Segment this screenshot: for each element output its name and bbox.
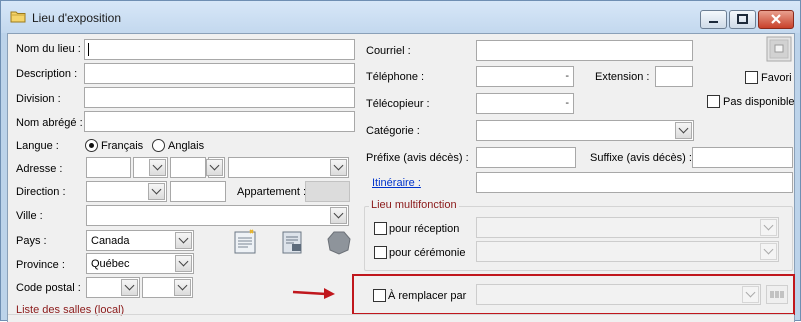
chevron-down-icon[interactable]	[174, 279, 191, 296]
courriel-input[interactable]	[476, 40, 693, 61]
adresse-type-combo[interactable]	[206, 157, 225, 178]
maximize-button[interactable]	[729, 10, 756, 29]
chevron-down-icon[interactable]	[330, 159, 347, 176]
ville-combo[interactable]	[86, 205, 349, 226]
favori-label: Favori	[761, 72, 792, 84]
code-postal-part1-combo[interactable]	[86, 277, 140, 298]
lieu-multifonction-title: Lieu multifonction	[369, 199, 459, 211]
chevron-down-icon[interactable]	[330, 207, 347, 224]
a-remplacer-label: À remplacer par	[388, 290, 467, 302]
favori-checkbox[interactable]	[745, 71, 758, 84]
text-cursor	[88, 43, 89, 56]
a-remplacer-checkbox[interactable]	[373, 289, 386, 302]
chevron-down-icon[interactable]	[175, 232, 192, 249]
title-bar: Lieu d'exposition	[1, 1, 800, 33]
description-input[interactable]	[84, 63, 355, 84]
pas-disponible-checkbox[interactable]	[707, 95, 720, 108]
pays-label: Pays :	[16, 235, 47, 247]
chevron-down-icon[interactable]	[206, 159, 223, 176]
window-title: Lieu d'exposition	[32, 11, 122, 25]
salles-grid-header-line	[8, 314, 794, 315]
direction-label: Direction :	[16, 186, 66, 198]
province-combo[interactable]: Québec	[86, 253, 194, 274]
nom-abrege-label: Nom abrégé :	[16, 117, 83, 129]
pour-ceremonie-label: pour cérémonie	[389, 247, 466, 259]
langue-anglais-label: Anglais	[168, 140, 205, 152]
appartement-label: Appartement :	[237, 186, 307, 198]
categorie-combo[interactable]	[476, 120, 694, 141]
print-preview-icon[interactable]	[280, 229, 306, 255]
langue-francais-label: Français	[101, 140, 144, 152]
stamp-icon[interactable]	[326, 229, 352, 255]
telephone-label: Téléphone :	[366, 71, 425, 83]
langue-francais-radio[interactable]	[85, 139, 98, 152]
extension-input[interactable]	[655, 66, 693, 87]
a-remplacer-combo[interactable]	[476, 284, 761, 305]
prefixe-input[interactable]	[476, 147, 576, 168]
maximize-icon	[737, 14, 748, 24]
adresse-nom-rue-combo[interactable]	[228, 157, 349, 178]
close-icon	[771, 14, 781, 24]
pays-combo[interactable]: Canada	[86, 230, 194, 251]
chevron-down-icon[interactable]	[121, 279, 138, 296]
nom-abrege-input[interactable]	[84, 111, 355, 132]
itineraire-link[interactable]: Itinéraire :	[372, 177, 421, 189]
print-document-icon[interactable]	[233, 229, 259, 255]
pays-value: Canada	[91, 235, 130, 247]
pour-ceremonie-checkbox[interactable]	[374, 246, 387, 259]
province-value: Québec	[91, 258, 130, 270]
langue-label: Langue :	[16, 140, 59, 152]
chevron-down-icon[interactable]	[149, 159, 166, 176]
code-postal-part2-combo[interactable]	[142, 277, 193, 298]
nom-du-lieu-input[interactable]	[84, 39, 355, 60]
langue-anglais-radio[interactable]	[152, 139, 165, 152]
adresse-suffixe-combo[interactable]	[133, 157, 168, 178]
chevron-down-icon[interactable]	[760, 219, 777, 236]
chevron-down-icon[interactable]	[175, 255, 192, 272]
chevron-down-icon[interactable]	[148, 183, 165, 200]
telecopieur-separator: -	[565, 97, 569, 109]
telecopieur-input[interactable]: -	[476, 93, 574, 114]
ville-label: Ville :	[16, 210, 43, 222]
minimize-icon	[709, 21, 718, 23]
prefixe-label: Préfixe (avis décès) :	[366, 152, 469, 164]
division-label: Division :	[16, 93, 61, 105]
appartement-input[interactable]	[305, 181, 350, 202]
extension-label: Extension :	[595, 71, 650, 83]
pour-ceremonie-combo[interactable]	[476, 241, 779, 262]
form-client-area: Nom du lieu : Description : Division : N…	[7, 33, 795, 322]
division-input[interactable]	[84, 87, 355, 108]
suffixe-input[interactable]	[692, 147, 793, 168]
telephone-separator: -	[565, 70, 569, 82]
photo-icon[interactable]	[766, 36, 792, 62]
pour-reception-label: pour réception	[389, 223, 460, 235]
chevron-down-icon[interactable]	[760, 243, 777, 260]
itineraire-input[interactable]	[476, 172, 793, 193]
telecopieur-label: Télécopieur :	[366, 98, 430, 110]
description-label: Description :	[16, 68, 78, 80]
pour-reception-combo[interactable]	[476, 217, 779, 238]
direction-extra-input[interactable]	[170, 181, 226, 202]
telephone-input[interactable]: -	[476, 66, 574, 87]
direction-combo[interactable]	[86, 181, 167, 202]
folder-icon	[10, 11, 26, 23]
nom-du-lieu-label: Nom du lieu :	[16, 43, 81, 55]
chevron-down-icon[interactable]	[675, 122, 692, 139]
lookup-button-icon[interactable]	[766, 285, 788, 304]
adresse-numero-input[interactable]	[86, 157, 131, 178]
close-button[interactable]	[758, 10, 794, 29]
courriel-label: Courriel :	[366, 45, 411, 57]
categorie-label: Catégorie :	[366, 125, 420, 137]
red-arrow-icon	[292, 288, 335, 299]
code-postal-label: Code postal :	[16, 282, 81, 294]
adresse-label: Adresse :	[16, 163, 63, 175]
province-label: Province :	[16, 259, 65, 271]
suffixe-label: Suffixe (avis décès) :	[590, 152, 692, 164]
adresse-rue-input[interactable]	[170, 157, 206, 178]
pas-disponible-label: Pas disponible	[723, 96, 795, 108]
chevron-down-icon[interactable]	[742, 286, 759, 303]
window: Lieu d'exposition Nom du lieu : Descript…	[0, 0, 801, 322]
minimize-button[interactable]	[700, 10, 727, 29]
pour-reception-checkbox[interactable]	[374, 222, 387, 235]
